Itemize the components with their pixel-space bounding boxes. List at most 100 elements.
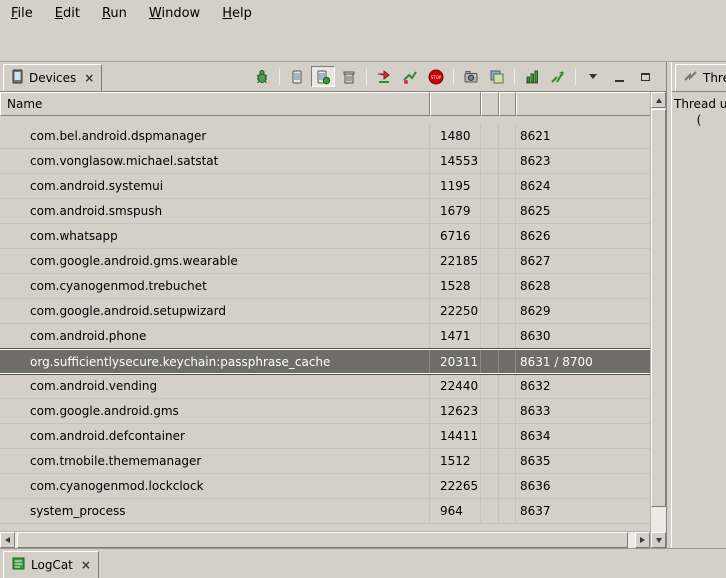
column-header-port[interactable]: [516, 92, 650, 116]
debug-icon[interactable]: [250, 66, 274, 87]
menu-file[interactable]: File: [2, 2, 42, 25]
process-col-empty: [481, 149, 499, 173]
process-row[interactable]: system_process 964 8637: [0, 499, 650, 524]
process-port: 8634: [516, 424, 650, 448]
process-row[interactable]: com.google.android.gms 12623 8633: [0, 399, 650, 424]
horizontal-scrollbar[interactable]: [0, 531, 650, 548]
minimize-icon[interactable]: [607, 66, 631, 87]
process-col-empty: [499, 224, 516, 248]
process-pid: 964: [430, 499, 481, 523]
process-name: com.vonglasow.michael.satstat: [0, 149, 430, 173]
process-row[interactable]: com.android.vending 22440 8632: [0, 374, 650, 399]
threads-message: Thread up (: [672, 91, 726, 548]
process-row[interactable]: com.bel.android.dspmanager 1480 8621: [0, 124, 650, 149]
process-pid: 14411: [430, 424, 481, 448]
process-name: com.cyanogenmod.lockclock: [0, 474, 430, 498]
heap-update-icon[interactable]: [311, 66, 335, 87]
process-col-empty: [481, 499, 499, 523]
process-port: 8629: [516, 299, 650, 323]
process-col-empty: [481, 249, 499, 273]
process-col-empty: [499, 499, 516, 523]
method-profiling-icon[interactable]: [398, 66, 422, 87]
process-row[interactable]: com.cyanogenmod.lockclock 22265 8636: [0, 474, 650, 499]
process-pid: 1195: [430, 174, 481, 198]
process-port: 8635: [516, 449, 650, 473]
process-port: 8623: [516, 149, 650, 173]
process-pid: 22185: [430, 249, 481, 273]
process-row[interactable]: com.whatsapp 6716 8626: [0, 224, 650, 249]
process-col-empty: [499, 174, 516, 198]
scroll-right-arrow-icon[interactable]: [635, 532, 650, 548]
process-row[interactable]: com.tmobile.thememanager 1512 8635: [0, 449, 650, 474]
heap-icon[interactable]: [285, 66, 309, 87]
process-row[interactable]: org.sufficientlysecure.keychain:passphra…: [0, 349, 650, 374]
tab-devices[interactable]: Devices ×: [3, 64, 102, 91]
tab-devices-label: Devices: [29, 71, 76, 85]
menu-run[interactable]: Run: [93, 2, 136, 25]
view-menu-icon[interactable]: [581, 66, 605, 87]
devices-panel-header: Devices × STOP: [0, 62, 666, 91]
scroll-down-arrow-icon[interactable]: [651, 532, 666, 548]
process-col-empty: [499, 399, 516, 423]
close-icon[interactable]: ×: [84, 71, 94, 85]
process-col-empty: [481, 449, 499, 473]
tab-threads-label: Threads: [703, 71, 726, 85]
process-row[interactable]: com.vonglasow.michael.satstat 14553 8623: [0, 149, 650, 174]
process-col-empty: [499, 299, 516, 323]
process-table: Name com.bel.android.dspmanager 1480 862…: [0, 91, 666, 548]
ddms-window: File Edit Run Window Help Devices ×: [0, 0, 726, 62]
process-col-empty: [481, 174, 499, 198]
stop-process-icon[interactable]: STOP: [424, 66, 448, 87]
process-port: 8628: [516, 274, 650, 298]
process-col-empty: [481, 474, 499, 498]
maximize-icon[interactable]: [633, 66, 657, 87]
column-header-empty[interactable]: [481, 92, 499, 116]
column-header-pid[interactable]: [430, 92, 481, 116]
screen-capture-icon[interactable]: [459, 66, 483, 87]
process-port: 8630: [516, 324, 650, 348]
process-name: com.android.defcontainer: [0, 424, 430, 448]
devices-panel: Devices × STOP: [0, 62, 666, 548]
process-pid: 1528: [430, 274, 481, 298]
scroll-left-arrow-icon[interactable]: [0, 532, 15, 548]
process-pid: 1471: [430, 324, 481, 348]
tab-threads[interactable]: Threads: [675, 64, 726, 91]
process-col-empty: [481, 350, 499, 373]
process-col-empty: [481, 299, 499, 323]
scroll-up-arrow-icon[interactable]: [651, 92, 666, 108]
process-row[interactable]: com.cyanogenmod.trebuchet 1528 8628: [0, 274, 650, 299]
vertical-scrollbar[interactable]: [650, 92, 666, 548]
scrolled-row-gap: [0, 116, 650, 124]
menu-window[interactable]: Window: [140, 2, 209, 25]
process-row[interactable]: com.android.smspush 1679 8625: [0, 199, 650, 224]
tab-logcat[interactable]: LogCat ×: [3, 551, 99, 578]
ui-frames-icon[interactable]: [485, 66, 509, 87]
horizontal-scrollbar-thumb[interactable]: [17, 532, 628, 548]
process-row[interactable]: com.google.android.setupwizard 22250 862…: [0, 299, 650, 324]
process-pid: 1679: [430, 199, 481, 223]
menu-help[interactable]: Help: [213, 2, 261, 25]
process-port: 8633: [516, 399, 650, 423]
process-port: 8626: [516, 224, 650, 248]
column-header-name[interactable]: Name: [0, 92, 430, 116]
process-row[interactable]: com.google.android.gms.wearable 22185 86…: [0, 249, 650, 274]
logcat-icon: [11, 556, 26, 574]
vertical-scrollbar-thumb[interactable]: [651, 109, 666, 507]
process-row[interactable]: com.android.defcontainer 14411 8634: [0, 424, 650, 449]
process-pid: 1480: [430, 124, 481, 148]
update-threads-icon[interactable]: [372, 66, 396, 87]
column-header-empty[interactable]: [499, 92, 516, 116]
menubar: File Edit Run Window Help: [0, 0, 726, 26]
process-row[interactable]: com.android.phone 1471 8630: [0, 324, 650, 349]
close-icon[interactable]: ×: [81, 558, 91, 572]
process-row[interactable]: com.android.systemui 1195 8624: [0, 174, 650, 199]
process-table-viewport: Name com.bel.android.dspmanager 1480 862…: [0, 92, 650, 531]
process-pid: 20311: [430, 350, 481, 373]
menu-edit[interactable]: Edit: [46, 2, 89, 25]
process-name: org.sufficientlysecure.keychain:passphra…: [0, 350, 430, 373]
opengl-trace-icon[interactable]: [546, 66, 570, 87]
systrace-icon[interactable]: [520, 66, 544, 87]
process-col-empty: [481, 324, 499, 348]
gc-trash-icon[interactable]: [337, 66, 361, 87]
process-col-empty: [499, 374, 516, 398]
